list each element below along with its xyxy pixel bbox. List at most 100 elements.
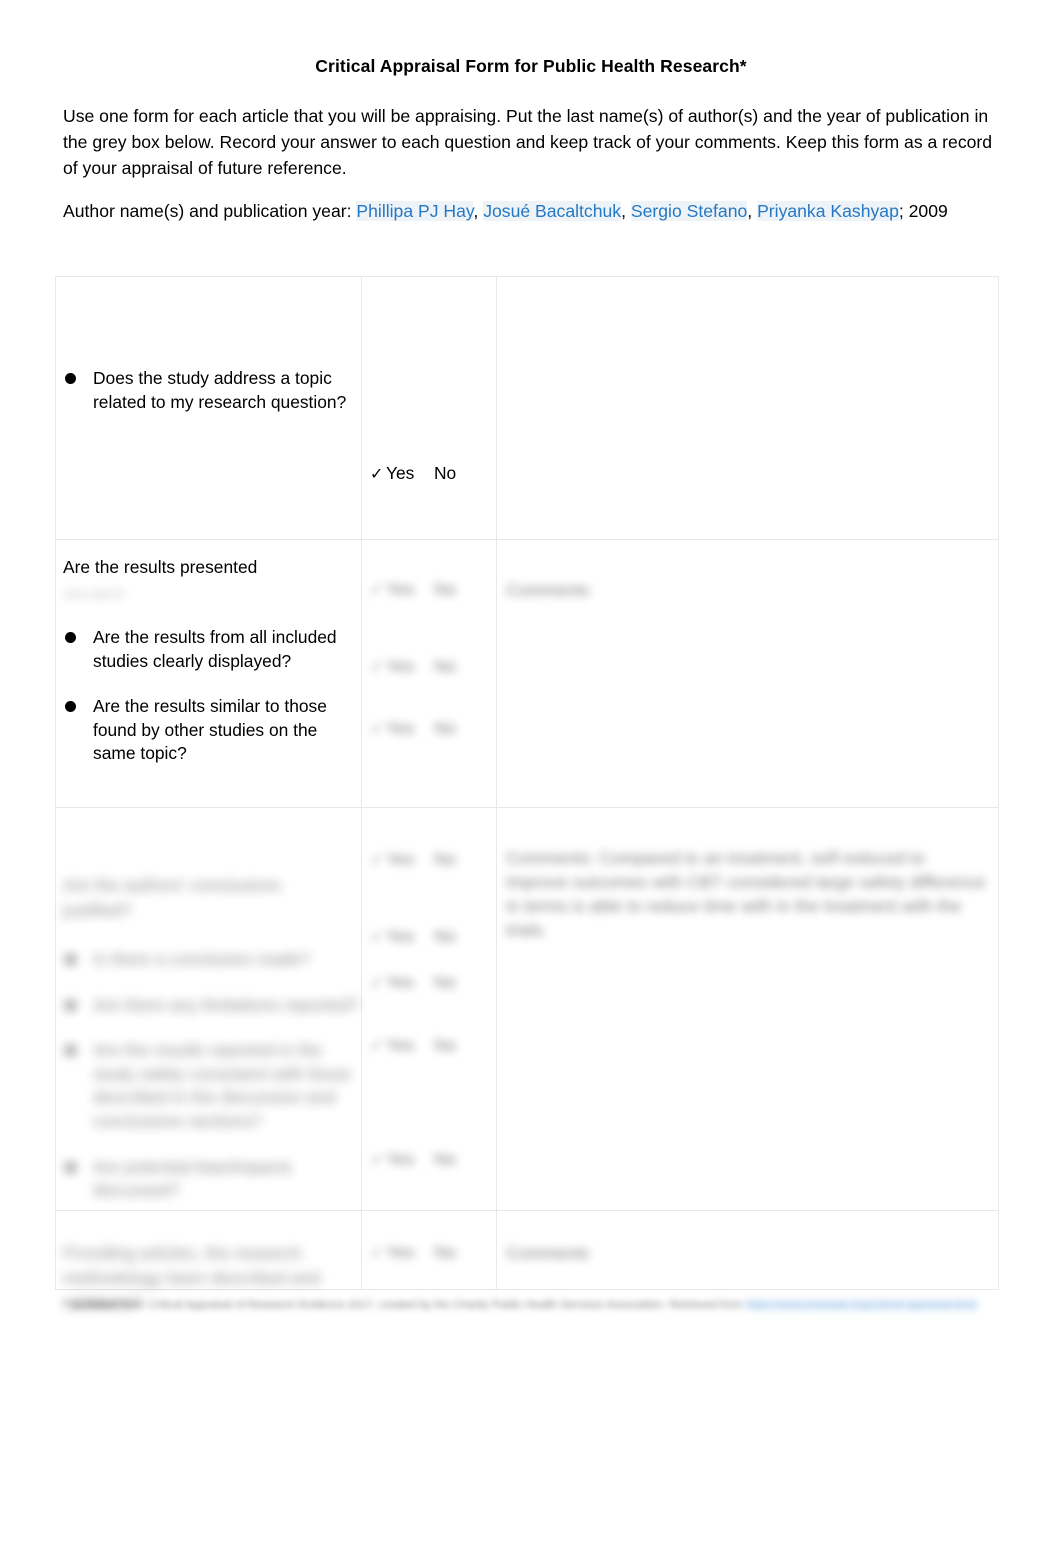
list-item: Are the results reported in the study sa… — [56, 1039, 362, 1133]
page-title: Critical Appraisal Form for Public Healt… — [315, 56, 747, 76]
yes-label[interactable]: Yes — [386, 1034, 434, 1058]
check-icon[interactable]: ✓ — [370, 1242, 386, 1266]
yes-label[interactable]: Yes — [386, 848, 434, 872]
author-sep-1: , — [473, 201, 484, 221]
list-item: Does the study address a topic related t… — [56, 367, 362, 414]
no-label[interactable]: No — [434, 925, 456, 949]
author-link-2[interactable]: Josué Bacaltchuk — [483, 201, 622, 221]
question-cell: Are the authors' conclusions justified? … — [55, 807, 362, 1211]
comments-cell[interactable] — [496, 276, 999, 540]
check-icon[interactable]: ✓ — [370, 972, 386, 996]
list-item: Are potential bias/impacts discussed? — [56, 1156, 362, 1203]
yes-no-option[interactable]: ✓ Yes No — [370, 1241, 505, 1266]
author-link-3[interactable]: Sergio Stefano — [630, 201, 748, 221]
check-icon[interactable]: ✓ — [370, 718, 386, 742]
yes-no-option[interactable]: ✓ Yes No — [370, 578, 505, 603]
check-icon[interactable]: ✓ — [370, 926, 386, 950]
question-text: Are the results similar to those found b… — [93, 696, 327, 764]
question-bullet-list: Is there a conclusion made? Are there an… — [56, 948, 362, 1203]
question-bullet-list: Does the study address a topic related t… — [56, 367, 362, 414]
yes-label[interactable]: Yes — [386, 1241, 434, 1265]
yes-label[interactable]: Yes — [386, 925, 434, 949]
bullet-dot-icon — [65, 1045, 76, 1057]
bullet-dot-icon — [65, 632, 76, 643]
yes-label[interactable]: Yes — [386, 717, 434, 741]
no-label[interactable]: No — [434, 848, 456, 872]
yes-no-option[interactable]: ✓ Yes No — [370, 971, 505, 996]
question-text: Is there a conclusion made? — [93, 949, 311, 969]
list-item: Is there a conclusion made? — [56, 948, 362, 972]
no-label[interactable]: No — [434, 1034, 456, 1058]
question-bullet-list: Are the results from all included studie… — [56, 626, 362, 766]
question-heading: Are the authors' conclusions justified? — [63, 875, 281, 920]
comments-cell[interactable]: Comments — [496, 539, 999, 808]
no-label[interactable]: No — [434, 1148, 456, 1172]
comments-text: Comments — [506, 580, 590, 600]
author-link-1[interactable]: Phillipa PJ Hay — [356, 201, 474, 221]
check-icon[interactable]: ✓ — [370, 1035, 386, 1059]
no-label[interactable]: No — [434, 462, 456, 486]
footnote-link[interactable]: https://www.example.org/critical-apprais… — [745, 1299, 978, 1311]
footnote: * Scribbled from: Critical Appraisal of … — [63, 1297, 1008, 1313]
comments-text: Comments: Compared to an treatment, self… — [506, 848, 986, 940]
appraisal-table: Does the study address a topic related t… — [55, 276, 999, 1313]
yes-label[interactable]: Yes — [386, 655, 434, 679]
no-label[interactable]: No — [434, 655, 456, 679]
list-item: Are the results from all included studie… — [56, 626, 362, 673]
comments-text: Comments — [506, 1243, 590, 1263]
bullet-dot-icon — [65, 701, 76, 713]
comments-cell[interactable]: Comments — [496, 1210, 999, 1290]
answer-cell: ✓ Yes No ✓ Yes No ✓ Yes No — [361, 539, 497, 808]
comments-cell[interactable]: Comments: Compared to an treatment, self… — [496, 807, 999, 1211]
bullet-dot-icon — [65, 373, 76, 384]
author-link-4[interactable]: Priyanka Kashyap — [757, 201, 899, 221]
yes-no-option[interactable]: ✓ Yes No — [370, 925, 505, 950]
check-icon[interactable]: ✓ — [370, 656, 386, 680]
yes-no-option[interactable]: ✓ Yes No — [370, 848, 505, 873]
no-label[interactable]: No — [434, 578, 456, 602]
no-label[interactable]: No — [434, 971, 456, 995]
check-icon[interactable]: ✓ — [370, 849, 386, 873]
yes-label[interactable]: Yes — [386, 578, 434, 602]
publication-year: ; 2009 — [898, 201, 948, 221]
answer-cell: ✓ Yes No — [361, 276, 497, 540]
bullet-dot-icon — [65, 1161, 76, 1173]
check-icon[interactable]: ✓ — [370, 463, 386, 487]
question-text: Are the results from all included studie… — [93, 627, 337, 671]
document-page: Critical Appraisal Form for Public Healt… — [0, 0, 1062, 1556]
author-line: Author name(s) and publication year: Phi… — [63, 198, 1003, 224]
yes-no-option[interactable]: ✓ Yes No — [370, 717, 505, 742]
answer-cell: ✓ Yes No ✓ Yes No ✓ Yes No — [361, 807, 497, 1211]
check-icon[interactable]: ✓ — [370, 579, 386, 603]
yes-no-option[interactable]: ✓ Yes No — [370, 1148, 505, 1173]
yes-no-option[interactable]: ✓ Yes No — [370, 1034, 505, 1059]
question-text: Are potential bias/impacts discussed? — [93, 1156, 293, 1201]
question-cell: Are the results presented clearly? ... A… — [55, 539, 362, 808]
yes-no-option[interactable]: ✓ Yes No — [370, 462, 456, 487]
table-row: Are the authors' conclusions justified? … — [55, 807, 999, 1211]
no-label[interactable]: No — [434, 717, 456, 741]
question-heading: Are the results presented — [63, 557, 258, 577]
no-label[interactable]: No — [434, 1241, 456, 1265]
author-sep-3: , — [747, 201, 758, 221]
footnote-text: * Scribbled from: Critical Appraisal of … — [63, 1299, 746, 1311]
bullet-dot-icon — [65, 999, 76, 1011]
question-text: Are there any limitations reported? — [93, 994, 359, 1015]
table-row: Does the study address a topic related t… — [55, 276, 999, 540]
question-text: Are the results reported in the study sa… — [93, 1040, 352, 1131]
check-icon[interactable]: ✓ — [370, 1149, 386, 1173]
bullet-dot-icon — [65, 954, 76, 965]
question-text: Does the study address a topic related t… — [93, 368, 347, 412]
yes-label[interactable]: Yes — [386, 971, 434, 995]
yes-label[interactable]: Yes — [386, 462, 434, 486]
intro-paragraph: Use one form for each article that you w… — [63, 106, 993, 179]
question-cell: Does the study address a topic related t… — [55, 276, 362, 540]
list-item: Are the results similar to those found b… — [56, 695, 362, 766]
list-item: Are there any limitations reported? — [56, 994, 362, 1018]
author-sep-2: , — [621, 201, 631, 221]
table-row: Providing articles, the research methodo… — [55, 1210, 999, 1313]
question-heading-continuation: clearly? ... — [63, 587, 143, 597]
question-cell: Providing articles, the research methodo… — [55, 1210, 362, 1313]
yes-no-option[interactable]: ✓ Yes No — [370, 655, 505, 680]
yes-label[interactable]: Yes — [386, 1148, 434, 1172]
